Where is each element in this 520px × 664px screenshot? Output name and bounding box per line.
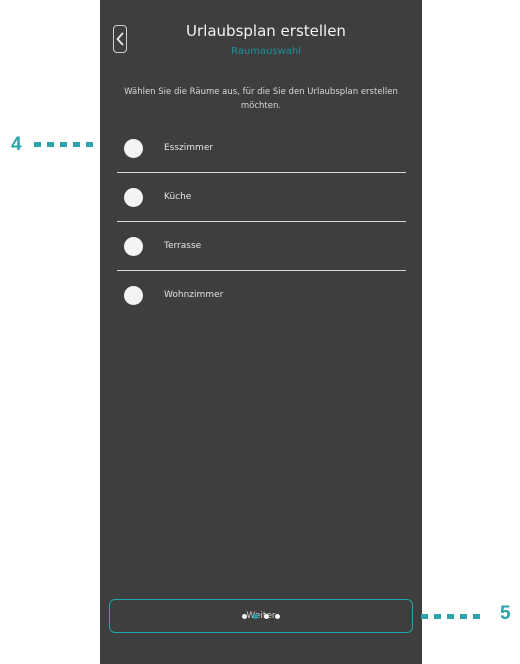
callout-number-5: 5 xyxy=(500,603,511,624)
radio-button[interactable] xyxy=(124,138,143,158)
room-item-wohnzimmer[interactable]: Wohnzimmer xyxy=(117,271,406,319)
radio-button[interactable] xyxy=(124,236,143,256)
pagination-dot-active xyxy=(253,614,258,619)
radio-button[interactable] xyxy=(124,285,143,305)
room-list: Esszimmer Küche Terrasse Wohnzimmer xyxy=(117,124,406,319)
room-item-esszimmer[interactable]: Esszimmer xyxy=(117,124,406,173)
pagination-dot xyxy=(264,614,269,619)
room-label: Wohnzimmer xyxy=(164,290,224,300)
room-label: Esszimmer xyxy=(164,143,214,153)
page-subtitle: Raumauswahl xyxy=(230,46,302,57)
app-screen: Urlaubsplan erstellen Raumauswahl Wählen… xyxy=(100,0,422,664)
pagination-dots xyxy=(100,614,422,619)
radio-button[interactable] xyxy=(124,187,143,207)
page-title: Urlaubsplan erstellen xyxy=(186,22,346,40)
callout-leader-5 xyxy=(421,614,480,619)
callout-leader-4 xyxy=(34,142,93,147)
room-item-terrasse[interactable]: Terrasse xyxy=(117,222,406,271)
instructions-text: Wählen Sie die Räume aus, für die Sie de… xyxy=(124,87,398,111)
pagination-dot xyxy=(242,614,247,619)
room-label: Terrasse xyxy=(164,241,202,251)
room-item-kueche[interactable]: Küche xyxy=(117,173,406,222)
page: 4 Urlaubsplan erstellen Raumauswahl Wähl… xyxy=(0,0,520,664)
pagination-dot xyxy=(275,614,280,619)
callout-number-4: 4 xyxy=(11,134,22,155)
room-label: Küche xyxy=(164,192,192,202)
